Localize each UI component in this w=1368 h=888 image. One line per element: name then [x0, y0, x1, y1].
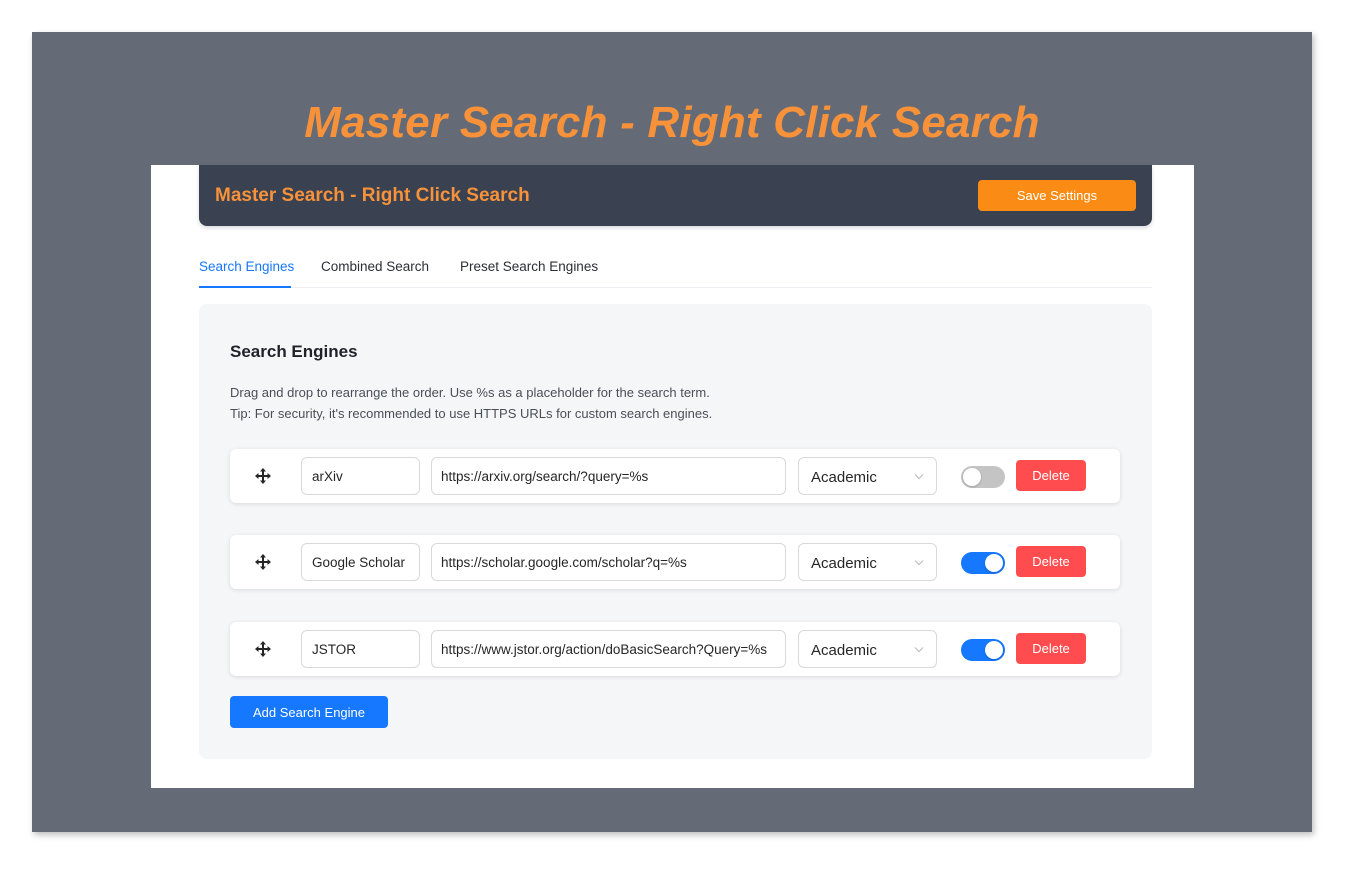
- app-header: Master Search - Right Click Search Save …: [199, 165, 1152, 226]
- save-settings-button[interactable]: Save Settings: [978, 180, 1136, 211]
- toggle-knob: [985, 641, 1003, 659]
- enable-toggle[interactable]: [961, 552, 1005, 574]
- active-tab-indicator: [199, 286, 291, 288]
- category-select-value: Academic: [811, 555, 877, 572]
- engine-row: Academic Delete: [230, 535, 1120, 589]
- delete-button[interactable]: Delete: [1016, 633, 1086, 664]
- options-page: Master Search - Right Click Search Save …: [151, 165, 1194, 788]
- engine-row: Academic Delete: [230, 449, 1120, 503]
- category-select[interactable]: Academic: [798, 630, 937, 668]
- tab-combined-search[interactable]: Combined Search: [321, 259, 429, 274]
- delete-button[interactable]: Delete: [1016, 460, 1086, 491]
- engine-name-input[interactable]: [301, 457, 420, 495]
- tab-search-engines[interactable]: Search Engines: [199, 259, 294, 274]
- search-engines-section: Search Engines Drag and drop to rearrang…: [199, 304, 1152, 759]
- category-select[interactable]: Academic: [798, 543, 937, 581]
- engine-row: Academic Delete: [230, 622, 1120, 676]
- category-select-value: Academic: [811, 642, 877, 659]
- description-line-1: Drag and drop to rearrange the order. Us…: [230, 385, 710, 400]
- tab-preset-search-engines[interactable]: Preset Search Engines: [460, 259, 598, 274]
- enable-toggle[interactable]: [961, 639, 1005, 661]
- description-line-2: Tip: For security, it's recommended to u…: [230, 406, 713, 421]
- section-title: Search Engines: [230, 342, 358, 361]
- toggle-knob: [963, 468, 981, 486]
- add-search-engine-button[interactable]: Add Search Engine: [230, 696, 388, 728]
- engine-url-input[interactable]: [431, 457, 786, 495]
- move-arrows-icon[interactable]: [254, 553, 272, 571]
- delete-button[interactable]: Delete: [1016, 546, 1086, 577]
- category-select[interactable]: Academic: [798, 457, 937, 495]
- hero-title: Master Search - Right Click Search: [304, 98, 1040, 147]
- chevron-down-icon: [914, 474, 924, 480]
- toggle-knob: [985, 554, 1003, 572]
- engine-url-input[interactable]: [431, 543, 786, 581]
- tab-bar: Search Engines Combined Search Preset Se…: [199, 249, 1152, 288]
- category-select-value: Academic: [811, 469, 877, 486]
- move-arrows-icon[interactable]: [254, 467, 272, 485]
- chevron-down-icon: [914, 647, 924, 653]
- engine-name-input[interactable]: [301, 630, 420, 668]
- engine-name-input[interactable]: [301, 543, 420, 581]
- screenshot-backdrop: Master Search - Right Click Search Maste…: [32, 32, 1312, 832]
- enable-toggle[interactable]: [961, 466, 1005, 488]
- engine-url-input[interactable]: [431, 630, 786, 668]
- app-title: Master Search - Right Click Search: [215, 185, 530, 206]
- section-description: Drag and drop to rearrange the order. Us…: [230, 382, 712, 424]
- chevron-down-icon: [914, 560, 924, 566]
- move-arrows-icon[interactable]: [254, 640, 272, 658]
